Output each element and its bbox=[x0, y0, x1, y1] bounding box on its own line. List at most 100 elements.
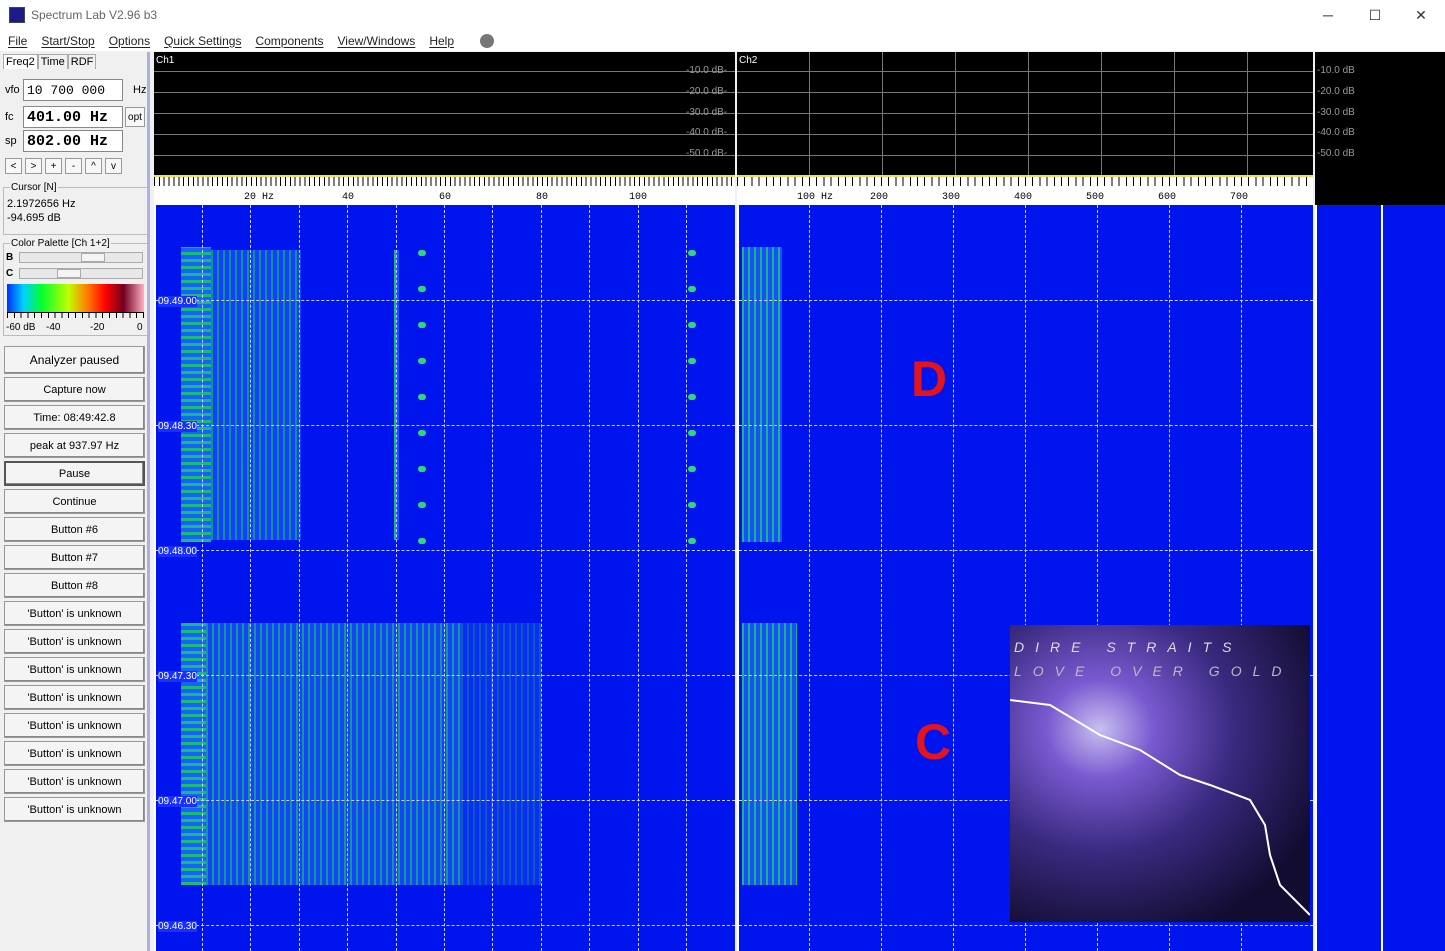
signal-dot bbox=[418, 250, 426, 256]
db-label: -50.0 dB- bbox=[686, 148, 728, 159]
panel-button[interactable]: 'Button' is unknown bbox=[4, 657, 145, 682]
panel-button[interactable]: Button #6 bbox=[4, 517, 145, 542]
db-label: -40.0 dB bbox=[1317, 127, 1355, 138]
signal-dot bbox=[418, 538, 426, 544]
maximize-button[interactable]: ☐ bbox=[1352, 0, 1398, 30]
palette-tick-label: -40 bbox=[46, 322, 61, 333]
signal-dot bbox=[418, 286, 426, 292]
menu-file[interactable]: File bbox=[8, 34, 27, 48]
vfo-unit: Hz bbox=[133, 84, 147, 96]
fc-label: fc bbox=[5, 111, 14, 123]
time-grid-line bbox=[156, 925, 735, 926]
db-label: -50.0 dB bbox=[1317, 148, 1355, 159]
panel-button[interactable]: Button #8 bbox=[4, 573, 145, 598]
slider-thumb[interactable] bbox=[81, 253, 105, 262]
zoom-in-button[interactable]: + bbox=[45, 158, 62, 174]
palette-tick-label: 0 bbox=[137, 322, 143, 333]
tab-time[interactable]: Time bbox=[37, 54, 68, 69]
freq-tick-label: 300 bbox=[942, 192, 961, 203]
time-grid-line bbox=[156, 675, 735, 676]
panel-button[interactable]: 'Button' is unknown bbox=[4, 601, 145, 626]
palette-tick-label: -60 dB bbox=[6, 322, 36, 333]
nav-left-button[interactable]: < bbox=[5, 158, 22, 174]
up-button[interactable]: ^ bbox=[85, 158, 102, 174]
ch1-frequency-scale[interactable]: 20 Hz 40 60 80 100 bbox=[154, 175, 735, 205]
freq-tick-label: 200 bbox=[870, 192, 889, 203]
panel-button[interactable]: Time: 08:49:42.8 bbox=[4, 405, 145, 430]
menu-view-windows[interactable]: View/Windows bbox=[338, 34, 416, 48]
panel-button[interactable]: 'Button' is unknown bbox=[4, 685, 145, 710]
ch1-waterfall[interactable]: 09.49.00 09.48.30 09.48.00 09.47.30 09.47.00… bbox=[154, 205, 735, 951]
zoom-out-button[interactable]: - bbox=[65, 158, 82, 174]
panel-button[interactable]: Continue bbox=[4, 489, 145, 514]
lightning-graphic bbox=[1010, 699, 1310, 916]
down-button[interactable]: v bbox=[105, 158, 122, 174]
signal-dot bbox=[418, 430, 426, 436]
grid-line bbox=[809, 205, 810, 951]
fc-input[interactable]: 401.00 Hz bbox=[23, 106, 123, 128]
ch1-label: Ch1 bbox=[156, 55, 175, 66]
db-label: -10.0 dB- bbox=[686, 65, 728, 76]
menu-start-stop[interactable]: Start/Stop bbox=[41, 34, 94, 48]
panel-button[interactable]: Pause bbox=[4, 461, 145, 486]
panel-button[interactable]: 'Button' is unknown bbox=[4, 769, 145, 794]
palette-title: Color Palette [Ch 1+2] bbox=[10, 238, 111, 249]
palette-colorbar bbox=[7, 284, 144, 312]
analyzer-status-button[interactable]: Analyzer paused bbox=[4, 346, 145, 374]
ch2-db-axis: -10.0 dB -20.0 dB -30.0 dB -40.0 dB -50.… bbox=[1315, 52, 1445, 205]
signal-dot bbox=[688, 322, 696, 328]
grid-line bbox=[250, 205, 251, 951]
menu-components[interactable]: Components bbox=[255, 34, 323, 48]
db-label: -10.0 dB bbox=[1317, 65, 1355, 76]
control-panel: Freq2 Time RDF vfo 10 700 000 Hz fc 401.00 … bbox=[0, 52, 150, 951]
opt-button[interactable]: opt bbox=[125, 107, 145, 127]
ch2-label: Ch2 bbox=[739, 55, 758, 66]
panel-button[interactable]: 'Button' is unknown bbox=[4, 741, 145, 766]
grid-line bbox=[638, 205, 639, 951]
freq-tick-label: 80 bbox=[536, 192, 549, 203]
freq-tick-label: 20 Hz bbox=[244, 192, 275, 203]
sp-input[interactable]: 802.00 Hz bbox=[23, 130, 123, 152]
close-button[interactable]: ✕ bbox=[1398, 0, 1444, 30]
ch1-spectrum[interactable]: Ch1 -10.0 dB- -20.0 dB- -30.0 dB- -40.0 … bbox=[154, 52, 735, 176]
grid-line bbox=[881, 205, 882, 951]
grid-line bbox=[347, 205, 348, 951]
panel-button[interactable]: Button #7 bbox=[4, 545, 145, 570]
freq-tick-label: 400 bbox=[1014, 192, 1033, 203]
tab-freq2[interactable]: Freq2 bbox=[3, 54, 38, 69]
level-waterfall bbox=[1315, 205, 1445, 951]
slider-thumb[interactable] bbox=[56, 269, 81, 278]
panel-button[interactable]: peak at 937.97 Hz bbox=[4, 433, 145, 458]
panel-button[interactable]: 'Button' is unknown bbox=[4, 629, 145, 654]
minimize-button[interactable]: ─ bbox=[1305, 0, 1351, 30]
brightness-slider[interactable] bbox=[19, 252, 143, 263]
record-indicator-icon[interactable] bbox=[480, 33, 494, 48]
album-cover-image: DIRE STRAITS LOVE OVER GOLD bbox=[1010, 625, 1310, 922]
db-label: -20.0 dB bbox=[1317, 86, 1355, 97]
menu-help[interactable]: Help bbox=[429, 34, 454, 48]
time-grid-line bbox=[156, 550, 735, 551]
nav-right-button[interactable]: > bbox=[25, 158, 42, 174]
menu-quick-settings[interactable]: Quick Settings bbox=[164, 34, 241, 48]
signal-dot bbox=[688, 286, 696, 292]
ch2-frequency-scale[interactable]: 100 Hz 200 300 400 500 600 700 bbox=[737, 175, 1313, 205]
signal-trace bbox=[211, 250, 301, 540]
grid-line bbox=[299, 205, 300, 951]
signal-dot bbox=[688, 538, 696, 544]
cursor-group: Cursor [N] 2.1972656 Hz -94.695 dB bbox=[3, 182, 148, 235]
brightness-label: B bbox=[6, 252, 14, 263]
freq-tick-label: 60 bbox=[439, 192, 452, 203]
menu-bar: File Start/Stop Options Quick Settings C… bbox=[0, 30, 1445, 51]
signal-dot bbox=[418, 394, 426, 400]
panel-button[interactable]: Capture now bbox=[4, 377, 145, 402]
vfo-input[interactable]: 10 700 000 bbox=[23, 79, 123, 101]
menu-options[interactable]: Options bbox=[109, 34, 150, 48]
signal-dot bbox=[688, 466, 696, 472]
panel-button[interactable]: 'Button' is unknown bbox=[4, 797, 145, 822]
ch2-spectrum[interactable]: Ch2 bbox=[737, 52, 1313, 176]
tab-rdf[interactable]: RDF bbox=[67, 54, 97, 69]
contrast-slider[interactable] bbox=[19, 268, 143, 279]
palette-tick-label: -20 bbox=[90, 322, 105, 333]
cursor-freq: 2.1972656 Hz bbox=[7, 198, 76, 210]
panel-button[interactable]: 'Button' is unknown bbox=[4, 713, 145, 738]
